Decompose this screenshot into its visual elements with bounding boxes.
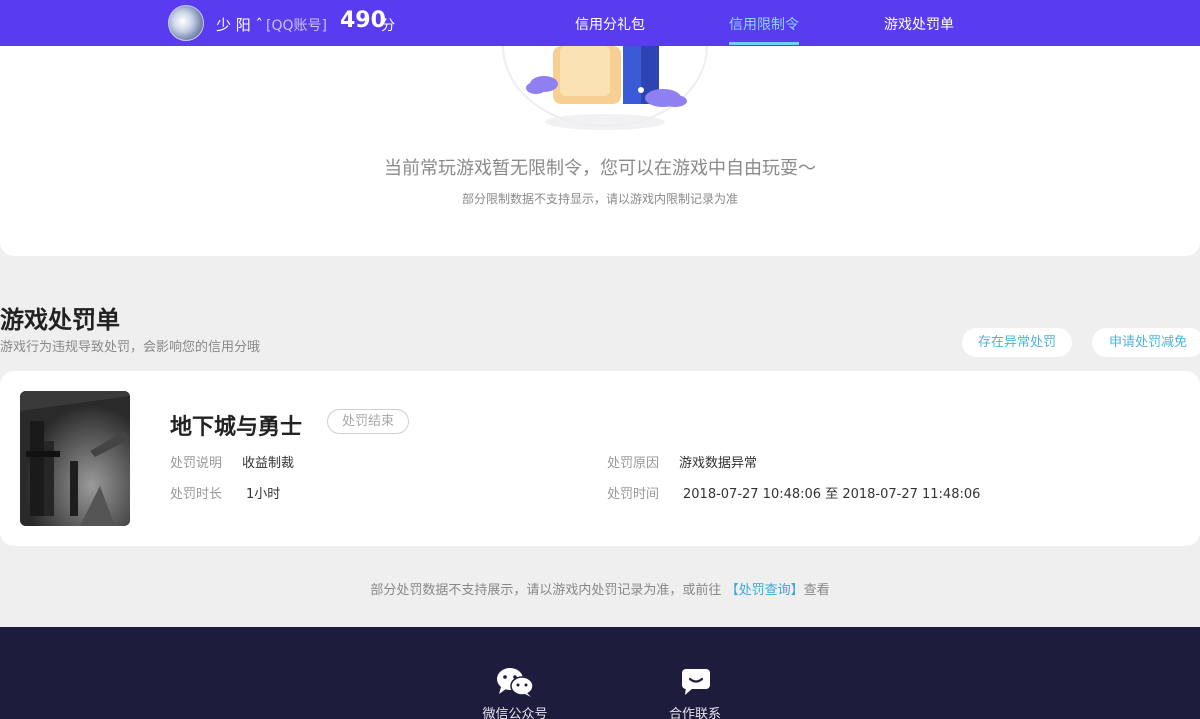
restriction-card: 当前常玩游戏暂无限制令，您可以在游戏中自由玩耍～ 部分限制数据不支持显示，请以游…: [0, 46, 1200, 256]
reason-label: 处罚原因: [607, 456, 660, 471]
punishment-footnote: 部分处罚数据不支持展示，请以游戏内处罚记录为准，或前往 【处罚查询】查看: [0, 579, 1200, 598]
credit-score: 490: [340, 8, 386, 33]
punishment-query-link[interactable]: 【处罚查询】: [726, 583, 804, 598]
game-cover-image: [20, 391, 130, 526]
reason-value: 游戏数据异常: [679, 456, 758, 471]
nav-game-punishment[interactable]: 游戏处罚单: [884, 14, 954, 34]
duration-label: 处罚时长: [170, 487, 223, 502]
nav-credit-restriction[interactable]: 信用限制令: [729, 14, 799, 34]
desc-value: 收益制裁: [242, 456, 295, 471]
footer: 微信公众号 合作联系: [0, 627, 1200, 719]
game-name: 地下城与勇士: [170, 415, 303, 440]
time-label: 处罚时间: [607, 487, 660, 502]
footnote-tail: 查看: [803, 583, 830, 598]
footnote-text: 部分处罚数据不支持展示，请以游戏内处罚记录为准，或前往: [370, 583, 722, 598]
username: 少 阳 ˆ: [216, 16, 264, 34]
avatar[interactable]: [168, 5, 204, 41]
credit-score-unit: 分: [381, 18, 395, 34]
footer-wechat-label[interactable]: 微信公众号: [465, 703, 565, 719]
message-icon[interactable]: [682, 669, 710, 695]
nav-credit-gift[interactable]: 信用分礼包: [575, 14, 645, 34]
desc-label: 处罚说明: [170, 456, 223, 471]
status-badge: 处罚结束: [327, 409, 410, 434]
section-subtitle: 游戏行为违规导致处罚，会影响您的信用分哦: [0, 340, 261, 355]
abnormal-punishment-button[interactable]: 存在异常处罚: [962, 328, 1072, 357]
time-value: 2018-07-27 10:48:06 至 2018-07-27 11:48:0…: [683, 487, 981, 502]
apply-reduction-button[interactable]: 申请处罚减免: [1092, 328, 1200, 357]
empty-state-message: 当前常玩游戏暂无限制令，您可以在游戏中自由玩耍～: [384, 158, 816, 179]
section-title: 游戏处罚单: [0, 306, 120, 334]
empty-state-note: 部分限制数据不支持显示，请以游戏内限制记录为准: [461, 192, 738, 206]
top-bar: 少 阳 ˆ [QQ账号] 490 分 信用分礼包 信用限制令 游戏处罚单: [0, 0, 1200, 46]
account-type: [QQ账号]: [266, 18, 327, 34]
footer-contact-label[interactable]: 合作联系: [645, 703, 745, 719]
wechat-icon[interactable]: [496, 667, 534, 697]
active-tab-indicator: [729, 42, 799, 45]
duration-value: 1小时: [246, 487, 281, 502]
punishment-record-card: 地下城与勇士 处罚结束 处罚说明 收益制裁 处罚时长 1小时 处罚原因 游戏数据…: [0, 371, 1200, 546]
